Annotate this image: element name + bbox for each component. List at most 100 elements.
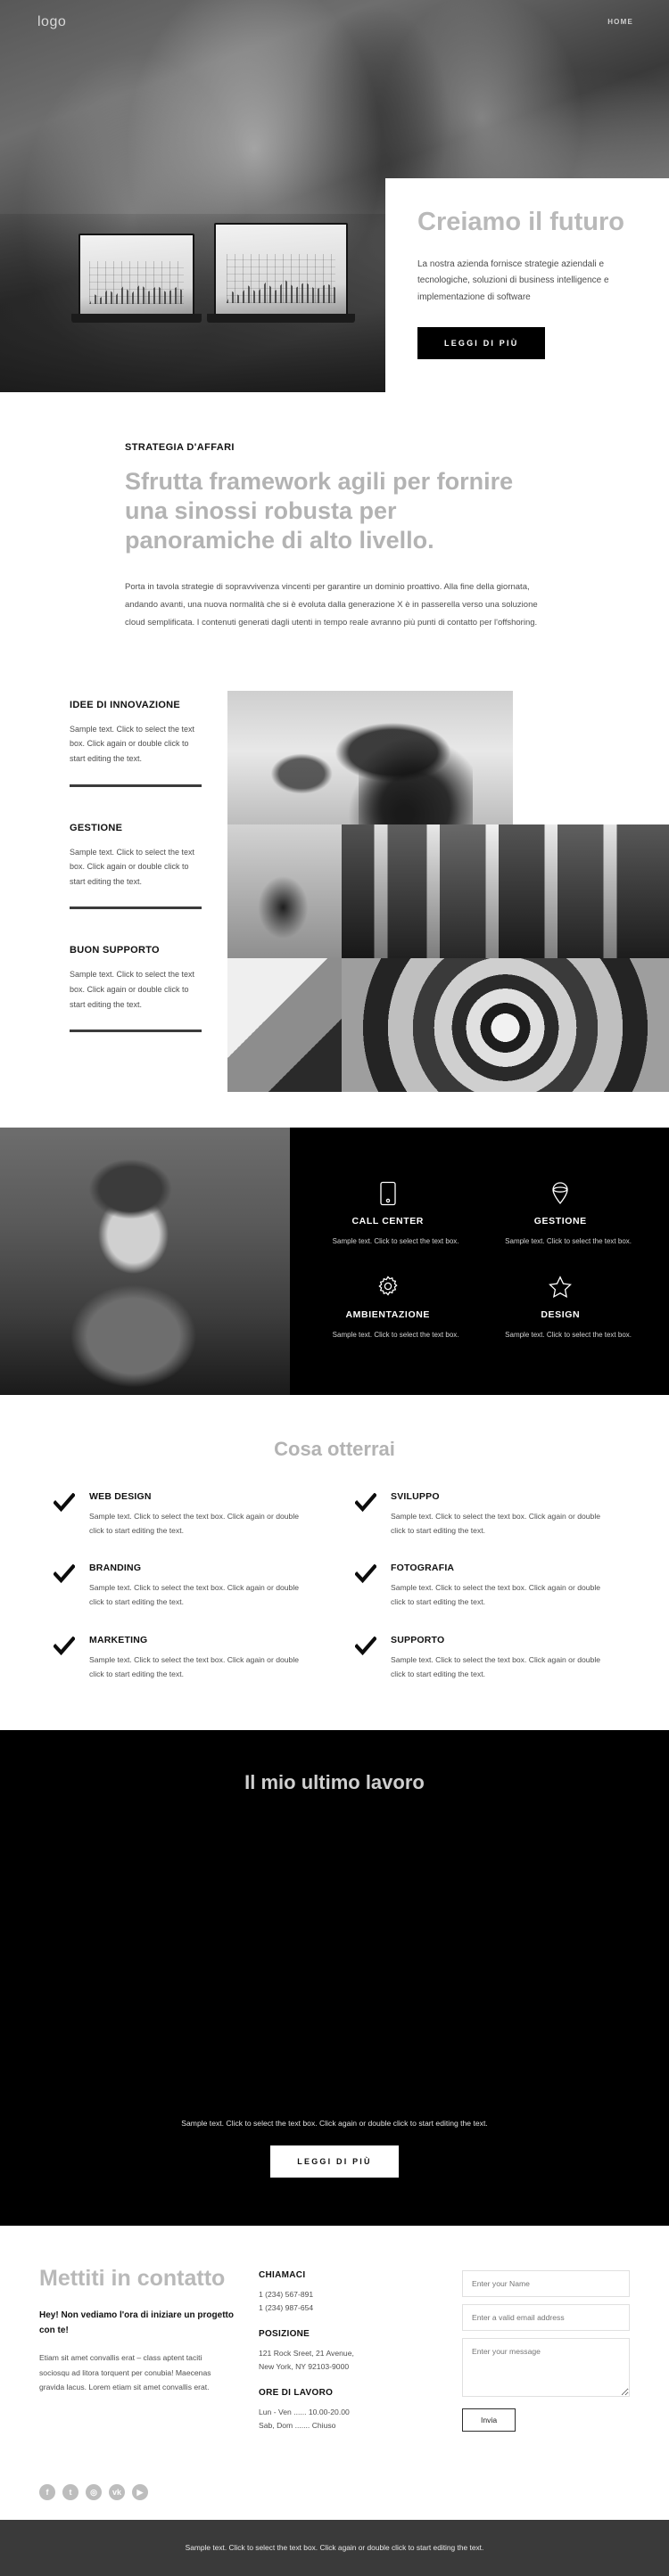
benefit-item: SUPPORTO Sample text. Click to select th… — [354, 1635, 615, 1682]
main-navigation: HOME — [607, 18, 633, 26]
check-icon — [53, 1563, 76, 1588]
contact-address-line-1: 121 Rock Sreet, 21 Avenue, — [259, 2349, 354, 2359]
portfolio-heading: Il mio ultimo lavoro — [244, 1770, 425, 1793]
message-textarea[interactable] — [462, 2337, 630, 2397]
services-section: CALL CENTER Sample text. Click to select… — [0, 1127, 669, 1395]
service-item-ambientazione[interactable]: AMBIENTAZIONE Sample text. Click to sele… — [317, 1274, 459, 1341]
star-icon — [490, 1274, 632, 1300]
page-footer: Sample text. Click to select the text bo… — [0, 2520, 669, 2576]
contact-location-block: POSIZIONE 121 Rock Sreet, 21 Avenue, New… — [259, 2329, 437, 2374]
youtube-icon[interactable]: ▶ — [132, 2484, 148, 2501]
hero-section: logo HOME Creiamo il futuro La nostra az… — [0, 0, 669, 392]
contact-hours-title: ORE DI LAVORO — [259, 2388, 334, 2399]
email-input[interactable] — [462, 2303, 630, 2331]
hero-title: Creiamo il futuro — [417, 208, 625, 236]
nav-item-home[interactable]: HOME — [607, 18, 633, 26]
contact-hours-weekend: Sab, Dom ....... Chiuso — [259, 2421, 336, 2431]
footer-text: Sample text. Click to select the text bo… — [185, 2543, 484, 2553]
strategy-eyebrow: STRATEGIA D'AFFARI — [125, 442, 235, 453]
feature-title: IDEE DI INNOVAZIONE — [70, 699, 181, 710]
feature-divider — [70, 783, 202, 787]
check-icon — [354, 1563, 377, 1588]
contact-location-title: POSIZIONE — [259, 2329, 310, 2340]
benefits-heading: Cosa otterrai — [274, 1437, 395, 1460]
check-icon — [354, 1636, 377, 1661]
strategy-heading: Sfrutta framework agili per fornire una … — [125, 468, 514, 554]
gallery-image-wall — [227, 957, 343, 1092]
vk-icon[interactable]: vk — [109, 2484, 125, 2501]
contact-intro-column: Mettiti in contatto Hey! Non vediamo l'o… — [39, 2265, 234, 2447]
phone-icon — [317, 1180, 459, 1207]
contact-phone-1[interactable]: 1 (234) 567-891 — [259, 2288, 437, 2301]
contact-phone-2[interactable]: 1 (234) 987-654 — [259, 2301, 437, 2315]
hero-paragraph: La nostra azienda fornisce strategie azi… — [417, 258, 609, 302]
features-column: IDEE DI INNOVAZIONE Sample text. Click t… — [0, 691, 227, 1069]
instagram-icon[interactable]: ◎ — [86, 2484, 102, 2501]
laptop-image-2 — [207, 223, 355, 323]
portfolio-cta-button[interactable]: LEGGI DI PIÙ — [270, 2145, 399, 2178]
facebook-icon[interactable]: f — [39, 2484, 55, 2501]
gallery-image-corridor — [342, 824, 669, 958]
feature-item: GESTIONE Sample text. Click to select th… — [70, 823, 227, 910]
benefits-section: Cosa otterrai WEB DESIGN Sample text. Cl… — [0, 1394, 669, 1730]
gallery-image-spiral-stairs — [342, 957, 669, 1092]
benefit-text: Sample text. Click to select the text bo… — [89, 1583, 300, 1607]
service-item-gestione[interactable]: GESTIONE Sample text. Click to select th… — [490, 1180, 632, 1248]
name-input[interactable] — [462, 2269, 630, 2297]
benefit-text: Sample text. Click to select the text bo… — [89, 1655, 300, 1679]
strategy-section: STRATEGIA D'AFFARI Sfrutta framework agi… — [0, 392, 669, 668]
twitter-icon[interactable]: t — [62, 2484, 78, 2501]
contact-hours-weekday: Lun - Ven ...... 10.00-20.00 — [259, 2408, 350, 2417]
service-title: GESTIONE — [533, 1216, 587, 1227]
contact-form: Invia — [462, 2265, 630, 2447]
benefit-text: Sample text. Click to select the text bo… — [391, 1655, 601, 1679]
contact-call-title: CHIAMACI — [259, 2269, 306, 2280]
portfolio-gallery-placeholder — [0, 1824, 669, 2003]
service-text: Sample text. Click to select the text bo… — [505, 1330, 632, 1339]
laptop-image-1 — [71, 234, 202, 323]
contact-call-block: CHIAMACI 1 (234) 567-891 1 (234) 987-654 — [259, 2270, 437, 2315]
service-item-call-center[interactable]: CALL CENTER Sample text. Click to select… — [317, 1180, 459, 1248]
feature-text: Sample text. Click to select the text bo… — [70, 724, 195, 763]
benefit-item: FOTOGRAFIA Sample text. Click to select … — [354, 1563, 615, 1610]
site-logo[interactable]: logo — [37, 14, 66, 30]
page-root: logo HOME Creiamo il futuro La nostra az… — [0, 0, 669, 2576]
portfolio-note: Sample text. Click to select the text bo… — [181, 2118, 488, 2128]
gallery-image-tree — [227, 690, 513, 824]
service-title: AMBIENTAZIONE — [345, 1309, 431, 1320]
benefit-item: WEB DESIGN Sample text. Click to select … — [53, 1490, 314, 1538]
benefit-item: MARKETING Sample text. Click to select t… — [53, 1635, 314, 1682]
feature-item: IDEE DI INNOVAZIONE Sample text. Click t… — [70, 700, 227, 787]
gallery-image-people — [227, 824, 343, 958]
features-gallery-section: IDEE DI INNOVAZIONE Sample text. Click t… — [0, 668, 669, 1128]
feature-divider — [70, 1030, 202, 1033]
social-links: f t ◎ vk ▶ — [0, 2479, 669, 2501]
feature-divider — [70, 907, 202, 910]
benefit-title: MARKETING — [89, 1635, 148, 1646]
feature-text: Sample text. Click to select the text bo… — [70, 847, 195, 886]
hero-cta-button[interactable]: LEGGI DI PIÙ — [417, 327, 546, 360]
check-icon — [354, 1492, 377, 1517]
benefit-title: SVILUPPO — [391, 1490, 440, 1502]
contact-heading: Mettiti in contatto — [39, 2265, 226, 2291]
service-item-design[interactable]: DESIGN Sample text. Click to select the … — [490, 1274, 632, 1341]
benefits-grid: WEB DESIGN Sample text. Click to select … — [53, 1490, 615, 1682]
services-portrait-photo — [0, 1127, 290, 1395]
gear-icon — [317, 1274, 459, 1300]
feature-title: GESTIONE — [70, 822, 123, 833]
benefit-text: Sample text. Click to select the text bo… — [391, 1511, 601, 1535]
check-icon — [53, 1636, 76, 1661]
contact-address-line-2: New York, NY 92103-9000 — [259, 2362, 350, 2372]
benefit-text: Sample text. Click to select the text bo… — [391, 1583, 601, 1607]
benefit-title: FOTOGRAFIA — [391, 1563, 455, 1574]
benefit-title: WEB DESIGN — [89, 1490, 152, 1502]
service-title: DESIGN — [541, 1309, 581, 1320]
check-icon — [53, 1492, 76, 1517]
service-text: Sample text. Click to select the text bo… — [332, 1330, 459, 1339]
feature-item: BUON SUPPORTO Sample text. Click to sele… — [70, 945, 227, 1033]
benefit-text: Sample text. Click to select the text bo… — [89, 1511, 300, 1535]
submit-button[interactable]: Invia — [462, 2408, 516, 2432]
gallery-grid — [227, 690, 669, 1092]
services-grid: CALL CENTER Sample text. Click to select… — [290, 1128, 669, 1395]
feature-text: Sample text. Click to select the text bo… — [70, 970, 195, 1009]
